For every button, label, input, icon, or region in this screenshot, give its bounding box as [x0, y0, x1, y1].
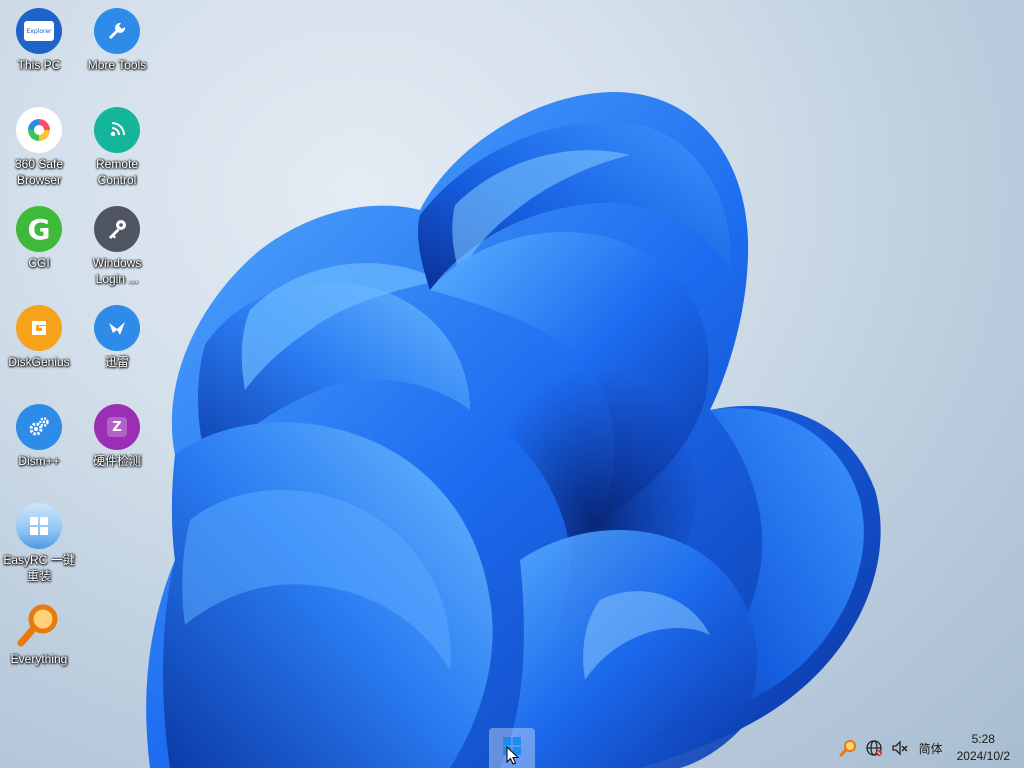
diskgenius-icon	[16, 305, 62, 351]
thunder-icon	[94, 305, 140, 351]
desktop[interactable]: Explorer This PC More Tools 360 Safe Bro…	[0, 0, 1024, 768]
clock-time: 5:28	[971, 732, 995, 746]
desktop-icon-label: 360 Safe Browser	[14, 157, 64, 187]
remote-control-icon	[94, 107, 140, 153]
explorer-badge-text: Explorer	[26, 28, 52, 35]
desktop-icon-label: CGI	[28, 256, 50, 270]
gears-icon	[16, 404, 62, 450]
clock-date: 2024/10/2	[956, 749, 1010, 763]
hardware-letter: Z	[112, 419, 122, 435]
desktop-icon-everything[interactable]: Everything	[2, 602, 76, 667]
system-tray: 简体 5:28 2024/10/2	[835, 730, 1010, 766]
everything-search-icon[interactable]	[838, 738, 858, 758]
desktop-icon-label: More Tools	[87, 58, 147, 72]
desktop-icon-windows-login[interactable]: Windows Login ...	[80, 206, 154, 287]
desktop-icon-label: DiskGenius	[8, 355, 70, 369]
desktop-icon-easyrc[interactable]: EasyRC 一键 重装	[2, 503, 76, 584]
desktop-icon-360-browser[interactable]: 360 Safe Browser	[2, 107, 76, 188]
desktop-icon-this-pc[interactable]: Explorer This PC	[2, 8, 76, 73]
wrench-icon	[94, 8, 140, 54]
ime-indicator[interactable]: 简体	[919, 740, 943, 757]
explorer-icon: Explorer	[16, 8, 62, 54]
desktop-icon-label: 迅雷	[104, 355, 129, 369]
cgi-letter: G	[27, 212, 51, 246]
desktop-icon-label: This PC	[17, 58, 61, 72]
windows-logo-icon	[16, 503, 62, 549]
hardware-check-icon: Z	[94, 404, 140, 450]
desktop-icon-hardware-check[interactable]: Z 硬件检测	[80, 404, 154, 469]
desktop-icon-label: Dism++	[18, 454, 60, 468]
desktop-icon-thunder[interactable]: 迅雷	[80, 305, 154, 370]
desktop-icon-label: Remote Control	[95, 157, 139, 187]
network-globe-icon[interactable]	[864, 738, 884, 758]
desktop-icon-dism[interactable]: Dism++	[2, 404, 76, 469]
desktop-icon-diskgenius[interactable]: DiskGenius	[2, 305, 76, 370]
key-icon	[94, 206, 140, 252]
desktop-icon-cgi[interactable]: G CGI	[2, 206, 76, 271]
volume-muted-icon[interactable]	[890, 738, 910, 758]
desktop-icon-label: 硬件检测	[92, 454, 141, 468]
cgi-icon: G	[16, 206, 62, 252]
desktop-icon-label: Everything	[10, 652, 68, 666]
browser-360-icon	[16, 107, 62, 153]
clock[interactable]: 5:28 2024/10/2	[957, 731, 1010, 765]
mouse-cursor-icon	[506, 746, 520, 765]
desktop-icon-more-tools[interactable]: More Tools	[80, 8, 154, 73]
magnifier-icon	[16, 602, 62, 648]
desktop-icon-label: EasyRC 一键 重装	[3, 553, 75, 583]
desktop-icon-remote-control[interactable]: Remote Control	[80, 107, 154, 188]
desktop-icon-label: Windows Login ...	[92, 256, 142, 286]
